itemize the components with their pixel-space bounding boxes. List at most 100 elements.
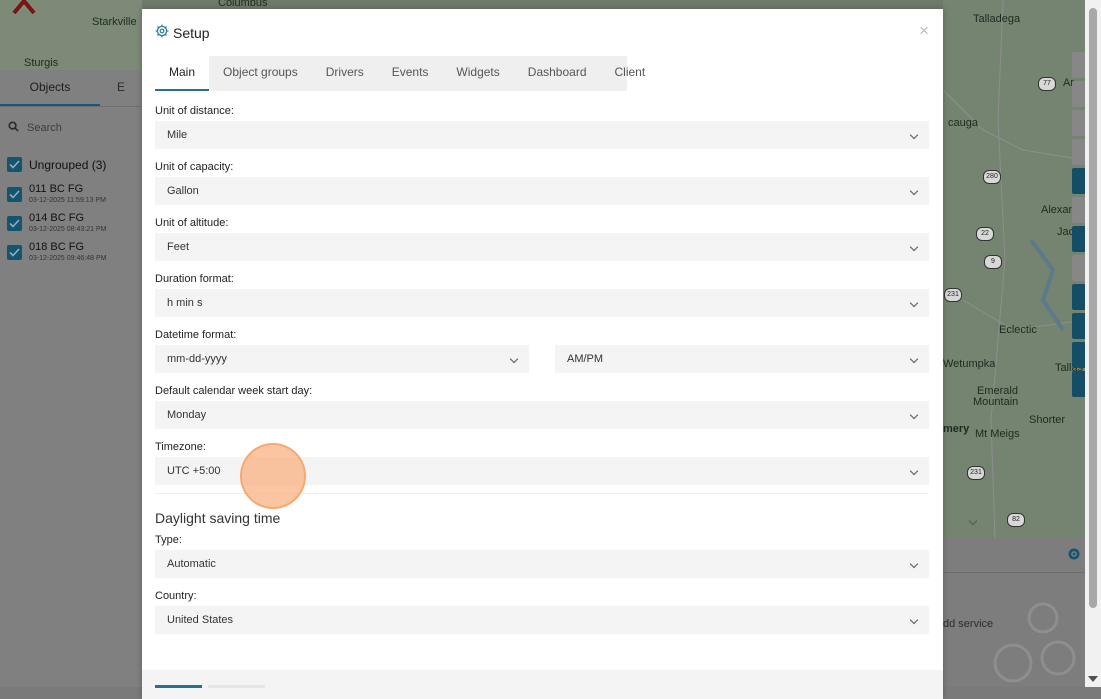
map-tools-strip xyxy=(1072,52,1085,452)
altitude-label: Unit of altitude: xyxy=(155,217,229,229)
object-item-text: 014 BC FG 03-12-2025 08:43:21 PM xyxy=(29,212,106,233)
tab-drivers[interactable]: Drivers xyxy=(312,56,378,91)
date-format-select[interactable]: mm-dd-yyyy xyxy=(155,345,529,373)
scroll-down-icon[interactable] xyxy=(1088,676,1098,682)
map-label-sturgis: Sturgis xyxy=(24,57,59,69)
map-tool-button[interactable] xyxy=(1072,255,1085,281)
chevron-down-icon xyxy=(909,559,919,569)
duration-label: Duration format: xyxy=(155,273,234,285)
road-shield: 231 xyxy=(967,466,985,480)
checkbox-checked-icon[interactable] xyxy=(7,157,22,172)
map-right-area[interactable]: Talladega cauga Alexander Ci Jac Eclecti… xyxy=(943,0,1101,538)
datetime-label: Datetime format: xyxy=(155,329,237,341)
close-icon[interactable]: × xyxy=(919,22,929,40)
tab-events[interactable]: Events xyxy=(378,56,443,91)
timezone-value: UTC +5:00 xyxy=(167,465,221,477)
objects-panel-tabs: Objects E xyxy=(0,70,142,107)
map-tool-button[interactable] xyxy=(1072,168,1085,194)
map-tool-button[interactable] xyxy=(1072,226,1085,252)
distance-value: Mile xyxy=(167,129,188,141)
tab-main[interactable]: Main xyxy=(155,56,210,91)
map-tool-button[interactable] xyxy=(1072,371,1085,397)
chevron-down-icon xyxy=(509,354,519,364)
chevron-down-icon xyxy=(909,242,919,252)
map-label-mountain: Mountain xyxy=(973,396,1019,408)
map-label-shorter: Shorter xyxy=(1029,414,1066,426)
setup-tabs: Main Object groups Drivers Events Widget… xyxy=(155,56,645,91)
map-label-mery: mery xyxy=(943,423,970,435)
scrollbar-thumb[interactable] xyxy=(1089,8,1097,608)
checkbox-checked-icon[interactable] xyxy=(7,216,22,231)
gears-illustration-icon xyxy=(983,598,1083,691)
object-item-text: 018 BC FG 03-12-2025 09:46:48 PM xyxy=(29,241,106,262)
dst-country-select[interactable]: United States xyxy=(155,606,929,634)
map-label-cauga: cauga xyxy=(948,117,978,129)
map-label-wetumpka: Wetumpka xyxy=(943,358,996,370)
map-tool-button[interactable] xyxy=(1072,81,1085,107)
capacity-value: Gallon xyxy=(167,185,199,197)
tab-dashboard[interactable]: Dashboard xyxy=(514,56,601,91)
week-start-select[interactable]: Monday xyxy=(155,401,929,429)
map-tool-button[interactable] xyxy=(1072,284,1085,310)
object-name: 014 BC FG xyxy=(29,212,85,224)
search-input[interactable]: Search xyxy=(27,122,62,134)
map-tool-button[interactable] xyxy=(1072,139,1085,165)
logo xyxy=(12,0,36,17)
distance-label: Unit of distance: xyxy=(155,105,234,117)
week-start-label: Default calendar week start day: xyxy=(155,385,313,397)
tab-object-groups[interactable]: Object groups xyxy=(209,56,312,91)
duration-value: h min s xyxy=(167,297,203,309)
road-shield: 9 xyxy=(984,255,1002,269)
map-label-talladega: Talladega xyxy=(973,13,1021,25)
object-item[interactable]: 011 BC FG 03-12-2025 11:59:13 PM xyxy=(0,180,142,209)
click-highlight xyxy=(240,443,306,509)
chevron-down-icon xyxy=(909,615,919,625)
object-item[interactable]: 014 BC FG 03-12-2025 08:43:21 PM xyxy=(0,209,142,238)
tab-client[interactable]: Client xyxy=(601,56,660,91)
road-shield: 82 xyxy=(1007,513,1025,527)
capacity-label: Unit of capacity: xyxy=(155,161,234,173)
object-item[interactable]: 018 BC FG 03-12-2025 09:46:48 PM xyxy=(0,238,142,267)
road-shield: 22 xyxy=(976,227,994,241)
time-format-select[interactable]: AM/PM xyxy=(555,345,929,373)
map-label-starkville: Starkville xyxy=(92,16,137,28)
main-settings-form: Unit of distance: Mile Unit of capacity:… xyxy=(155,101,929,642)
altitude-select[interactable]: Feet xyxy=(155,233,929,261)
distance-select[interactable]: Mile xyxy=(155,121,929,149)
group-ungrouped[interactable]: Ungrouped (3) xyxy=(0,149,142,180)
duration-select[interactable]: h min s xyxy=(155,289,929,317)
tab-events[interactable]: E xyxy=(100,70,142,104)
map-top-left-area[interactable]: Columbus Starkville Sturgis xyxy=(0,0,268,70)
capacity-select[interactable]: Gallon xyxy=(155,177,929,205)
map-tool-button[interactable] xyxy=(1072,313,1085,339)
group-label: Ungrouped (3) xyxy=(29,157,107,172)
checkbox-checked-icon[interactable] xyxy=(7,245,22,260)
map-label-columbus: Columbus xyxy=(218,0,268,9)
map-tool-button[interactable] xyxy=(1072,197,1085,223)
date-format-value: mm-dd-yyyy xyxy=(167,353,227,365)
chevron-down-icon xyxy=(909,186,919,196)
chevron-down-icon xyxy=(909,130,919,140)
gear-icon xyxy=(155,24,169,41)
map-tool-button[interactable] xyxy=(1072,52,1085,78)
object-time: 03-12-2025 08:43:21 PM xyxy=(29,226,107,233)
map-tool-button[interactable] xyxy=(1072,342,1085,368)
road-shield: 280 xyxy=(983,170,1001,184)
page-scrollbar[interactable] xyxy=(1085,0,1101,687)
road-shield: 231 xyxy=(944,288,962,302)
datetime-row: mm-dd-yyyy AM/PM xyxy=(155,345,929,381)
altitude-value: Feet xyxy=(167,241,190,253)
tab-widgets[interactable]: Widgets xyxy=(442,56,513,91)
map-tool-button[interactable] xyxy=(1072,110,1085,136)
setup-dialog: Setup × Main Object groups Drivers Event… xyxy=(142,9,943,699)
gear-icon[interactable] xyxy=(1067,547,1081,564)
checkbox-checked-icon[interactable] xyxy=(7,187,22,202)
object-search[interactable]: Search xyxy=(8,117,134,139)
time-format-value: AM/PM xyxy=(567,353,604,365)
objects-panel: Objects E Search Ungrouped (3) 011 BC FG… xyxy=(0,70,142,687)
dst-type-select[interactable]: Automatic xyxy=(155,550,929,578)
dst-section-title: Daylight saving time xyxy=(155,510,281,526)
road-shield: 77 xyxy=(1038,77,1056,91)
tab-objects[interactable]: Objects xyxy=(0,70,100,106)
chevron-down-icon xyxy=(909,354,919,364)
